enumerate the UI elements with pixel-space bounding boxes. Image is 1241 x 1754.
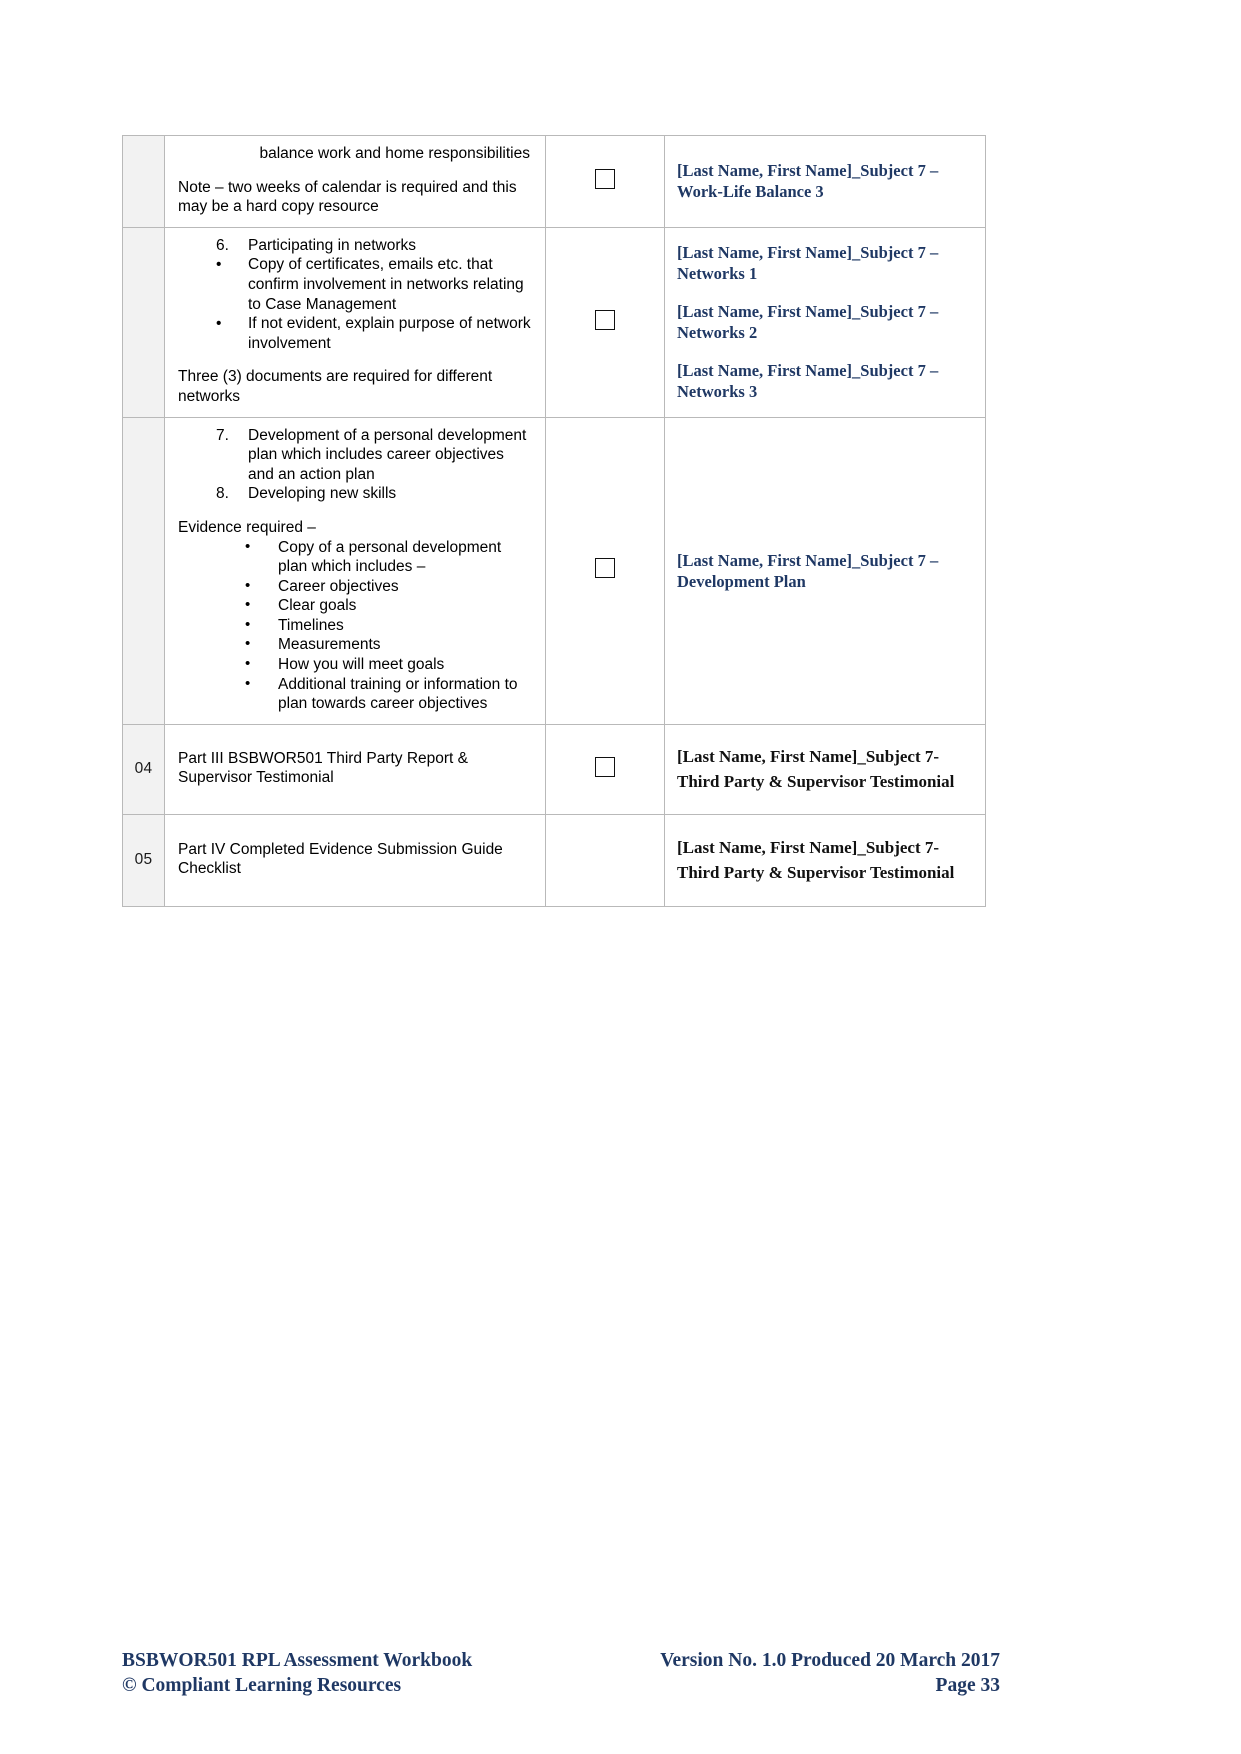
row-number-cell — [122, 226, 165, 418]
bullet-list: • Copy of a personal development plan wh… — [178, 538, 532, 714]
list-item: • How you will meet goals — [178, 655, 532, 675]
footer-version: Version No. 1.0 Produced 20 March 2017 — [660, 1650, 1000, 1671]
list-marker: • — [216, 256, 222, 274]
continued-heading-text: balance work and home responsibilities — [259, 145, 530, 162]
filename-label: [Last Name, First Name]_Subject 7 – Netw… — [677, 302, 939, 343]
list-item-label: Timelines — [278, 616, 344, 634]
row-filename-cell: [Last Name, First Name]_Subject 7 – Deve… — [664, 416, 986, 725]
list-item: • Copy of a personal development plan wh… — [178, 538, 532, 577]
evidence-checkbox[interactable] — [595, 756, 615, 777]
list-item-label: Measurements — [278, 636, 381, 654]
list-item: • Measurements — [178, 635, 532, 655]
footer-workbook-title: BSBWOR501 RPL Assessment Workbook — [122, 1650, 473, 1671]
row-description-cell: 7. Development of a personal development… — [164, 416, 546, 725]
list-item-label: How you will meet goals — [278, 656, 445, 674]
list-item: 6. Participating in networks — [178, 236, 532, 256]
row-description-text: Part IV Completed Evidence Submission Gu… — [178, 840, 503, 878]
row-description-cell: Part IV Completed Evidence Submission Gu… — [164, 813, 546, 907]
bullet-icon: • — [245, 537, 251, 555]
list-item: • Career objectives — [178, 577, 532, 597]
list-marker: 7. — [216, 426, 229, 444]
bullet-icon: • — [245, 596, 251, 614]
list-marker: 8. — [216, 485, 229, 503]
list-item-label: Career objectives — [278, 577, 399, 595]
table-row: 7. Development of a personal development… — [122, 416, 986, 725]
list-item-label: If not evident, explain purpose of netwo… — [248, 315, 531, 352]
row-checkbox-cell[interactable] — [545, 226, 665, 418]
list-item-label: Copy of certificates, emails etc. that c… — [248, 256, 524, 313]
table-row: 05 Part IV Completed Evidence Submission… — [122, 813, 986, 907]
document-page: balance work and home responsibilities N… — [0, 0, 1241, 1754]
footer-right: Version No. 1.0 Produced 20 March 2017 P… — [660, 1648, 1000, 1698]
row-number: 05 — [134, 851, 153, 869]
row-filename-cell: [Last Name, First Name]_Subject 7- Third… — [664, 723, 986, 815]
list-item: • Copy of certificates, emails etc. that… — [178, 255, 532, 314]
list-item-label: Participating in networks — [248, 236, 416, 254]
filename-label: [Last Name, First Name]_Subject 7- Third… — [677, 838, 955, 883]
row-filename-cell: [Last Name, First Name]_Subject 7 – Netw… — [664, 226, 986, 418]
filename-label: [Last Name, First Name]_Subject 7 – Deve… — [677, 550, 939, 591]
filename-label: [Last Name, First Name]_Subject 7 – Netw… — [677, 243, 939, 284]
list-item: 8. Developing new skills — [178, 484, 532, 504]
list-marker: • — [216, 315, 222, 333]
row-number-cell — [122, 416, 165, 725]
row-checkbox-cell — [545, 813, 665, 907]
row-description-cell: 6. Participating in networks • Copy of c… — [164, 226, 546, 418]
footnote-text: Three (3) documents are required for dif… — [178, 368, 493, 405]
bullet-icon: • — [245, 576, 251, 594]
filename-label: [Last Name, First Name]_Subject 7 – Netw… — [677, 361, 939, 402]
evidence-checkbox[interactable] — [595, 168, 615, 189]
row-checkbox-cell[interactable] — [545, 416, 665, 725]
list-item-label: Clear goals — [278, 597, 357, 615]
row-description-text: Part III BSBWOR501 Third Party Report & … — [178, 749, 469, 787]
numbered-list: 6. Participating in networks • Copy of c… — [178, 236, 532, 354]
row-number: 04 — [134, 760, 153, 778]
row-filename-cell: [Last Name, First Name]_Subject 7 – Work… — [664, 135, 986, 228]
row-description-cell: balance work and home responsibilities N… — [164, 135, 546, 228]
bullet-icon: • — [245, 635, 251, 653]
table-row: 6. Participating in networks • Copy of c… — [122, 226, 986, 418]
filename-label: [Last Name, First Name]_Subject 7 – Work… — [677, 161, 939, 202]
evidence-checkbox[interactable] — [595, 558, 615, 579]
evidence-submission-table: balance work and home responsibilities N… — [122, 135, 986, 907]
row-filename-cell: [Last Name, First Name]_Subject 7- Third… — [664, 813, 986, 907]
list-item: 7. Development of a personal development… — [178, 426, 532, 485]
page-footer: BSBWOR501 RPL Assessment Workbook © Comp… — [122, 1648, 1000, 1698]
row-number-cell — [122, 135, 165, 228]
footer-left: BSBWOR501 RPL Assessment Workbook © Comp… — [122, 1648, 472, 1698]
note-text: Note – two weeks of calendar is required… — [178, 178, 517, 216]
list-item-label: Copy of a personal development plan whic… — [278, 538, 502, 576]
list-item-label: Development of a personal development pl… — [248, 426, 527, 483]
table-row: 04 Part III BSBWOR501 Third Party Report… — [122, 723, 986, 815]
row-checkbox-cell[interactable] — [545, 135, 665, 228]
list-item-label: Additional training or information to pl… — [278, 675, 518, 713]
filename-label: [Last Name, First Name]_Subject 7- Third… — [677, 747, 955, 792]
list-item: • Clear goals — [178, 596, 532, 616]
numbered-list: 7. Development of a personal development… — [178, 426, 532, 504]
bullet-icon: • — [245, 655, 251, 673]
row-description-cell: Part III BSBWOR501 Third Party Report & … — [164, 723, 546, 815]
row-number-cell: 04 — [122, 723, 165, 815]
list-marker: 6. — [216, 236, 229, 254]
list-item-label: Developing new skills — [248, 485, 397, 503]
footer-page-number: Page 33 — [935, 1675, 1000, 1696]
table-row: balance work and home responsibilities N… — [122, 135, 986, 228]
list-item: • Additional training or information to … — [178, 675, 532, 714]
evidence-required-label: Evidence required – — [178, 518, 316, 536]
row-checkbox-cell[interactable] — [545, 723, 665, 815]
bullet-icon: • — [245, 615, 251, 633]
list-item: • If not evident, explain purpose of net… — [178, 314, 532, 353]
row-number-cell: 05 — [122, 813, 165, 907]
footer-copyright: © Compliant Learning Resources — [122, 1675, 402, 1696]
bullet-icon: • — [245, 674, 251, 692]
evidence-checkbox[interactable] — [595, 309, 615, 330]
list-item: • Timelines — [178, 616, 532, 636]
